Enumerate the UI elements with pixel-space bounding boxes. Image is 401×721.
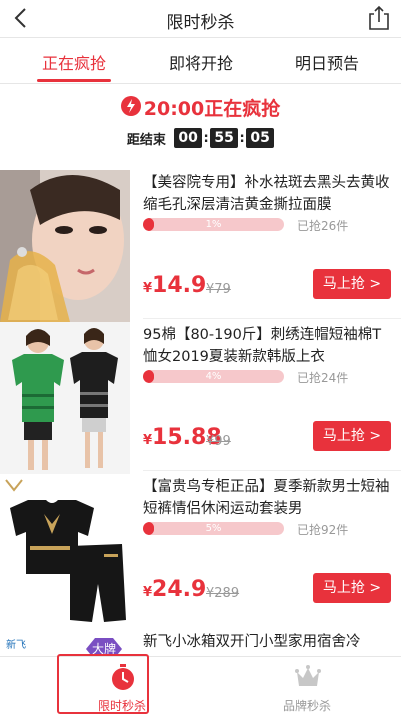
crown-icon	[294, 663, 322, 691]
tab-tomorrow-preview[interactable]: 明日预告	[260, 50, 394, 74]
sale-price: ¥14.9	[143, 273, 206, 298]
product-title[interactable]: 95棉【80-190斤】刺绣连帽短袖棉T恤女2019夏装新款韩版上衣	[143, 324, 391, 368]
price-value: 14.9	[152, 273, 207, 298]
product-image-tshirt[interactable]	[0, 322, 130, 474]
product-card[interactable]: 95棉【80-190斤】刺绣连帽短袖棉T恤女2019夏装新款韩版上衣 4% 已抢…	[0, 322, 401, 474]
sale-progress-label: 4%	[205, 371, 222, 382]
sale-progress-label: 5%	[205, 523, 222, 534]
share-icon[interactable]	[367, 5, 391, 31]
tab-now-rushing[interactable]: 正在疯抢	[7, 50, 141, 74]
sale-price: ¥24.9	[143, 577, 206, 602]
divider	[143, 470, 401, 471]
page-title: 限时秒杀	[166, 13, 235, 33]
brand-logo: 新飞	[6, 640, 26, 651]
product-title[interactable]: 【美容院专用】补水祛斑去黑头去黄收缩毛孔深层清洁黄金撕拉面膜	[143, 172, 391, 216]
buy-now-button[interactable]: 马上抢 >	[313, 573, 391, 603]
product-card[interactable]: 【富贵鸟专柜正品】夏季新款男士短袖短裤情侣休闲运动套装男 5% 已抢92件 ¥2…	[0, 474, 401, 626]
original-price: ¥289	[206, 586, 240, 601]
sold-count: 已抢92件	[297, 523, 349, 537]
flash-sale-status: 20:00正在疯抢	[143, 98, 281, 120]
currency-symbol: ¥	[143, 585, 153, 600]
active-tab-indicator	[37, 79, 111, 82]
original-price: ¥79	[206, 282, 231, 297]
tab-brand-sale[interactable]: 品牌秒杀	[232, 657, 382, 721]
sold-count: 已抢24件	[297, 371, 349, 385]
currency-symbol: ¥	[143, 433, 153, 448]
sale-progress-bar: 4%	[143, 370, 284, 383]
buy-now-button[interactable]: 马上抢 >	[313, 269, 391, 299]
countdown-label: 距结束	[126, 132, 166, 148]
product-card[interactable]: 【美容院专用】补水祛斑去黑头去黄收缩毛孔深层清洁黄金撕拉面膜 1% 已抢26件 …	[0, 170, 401, 322]
buy-now-button[interactable]: 马上抢 >	[313, 421, 391, 451]
top-nav-bar: 限时秒杀	[0, 0, 401, 38]
session-tabs: 正在疯抢 即将开抢 明日预告	[0, 38, 401, 84]
product-image-sport-set[interactable]	[0, 474, 130, 626]
lightning-icon	[120, 95, 141, 116]
tab-highlight-box	[57, 654, 149, 714]
tab-brand-sale-label: 品牌秒杀	[282, 699, 331, 713]
countdown-seconds: 05	[246, 128, 275, 148]
product-image-face-mask[interactable]	[0, 170, 130, 322]
sale-progress-bar: 5%	[143, 522, 284, 535]
product-card-partial[interactable]: 新飞 大牌 新飞小冰箱双开门小型家用宿舍冷	[0, 626, 401, 660]
countdown-timer: 距结束 00:55:05	[0, 128, 401, 148]
price-value: 24.9	[152, 577, 207, 602]
flash-sale-heading: 20:00正在疯抢	[0, 94, 401, 120]
product-title[interactable]: 【富贵鸟专柜正品】夏季新款男士短袖短裤情侣休闲运动套装男	[143, 476, 391, 520]
countdown-minutes: 55	[210, 128, 239, 148]
countdown-separator: :	[203, 130, 209, 146]
tab-coming-soon[interactable]: 即将开抢	[134, 50, 268, 74]
product-title[interactable]: 新飞小冰箱双开门小型家用宿舍冷	[143, 630, 393, 651]
sold-count: 已抢26件	[297, 219, 349, 233]
sale-progress-bar: 1%	[143, 218, 284, 231]
divider	[143, 318, 401, 319]
original-price: ¥99	[206, 434, 231, 449]
countdown-separator: :	[239, 130, 245, 146]
sale-progress-label: 1%	[205, 219, 222, 230]
countdown-hours: 00	[174, 128, 203, 148]
currency-symbol: ¥	[143, 281, 153, 296]
